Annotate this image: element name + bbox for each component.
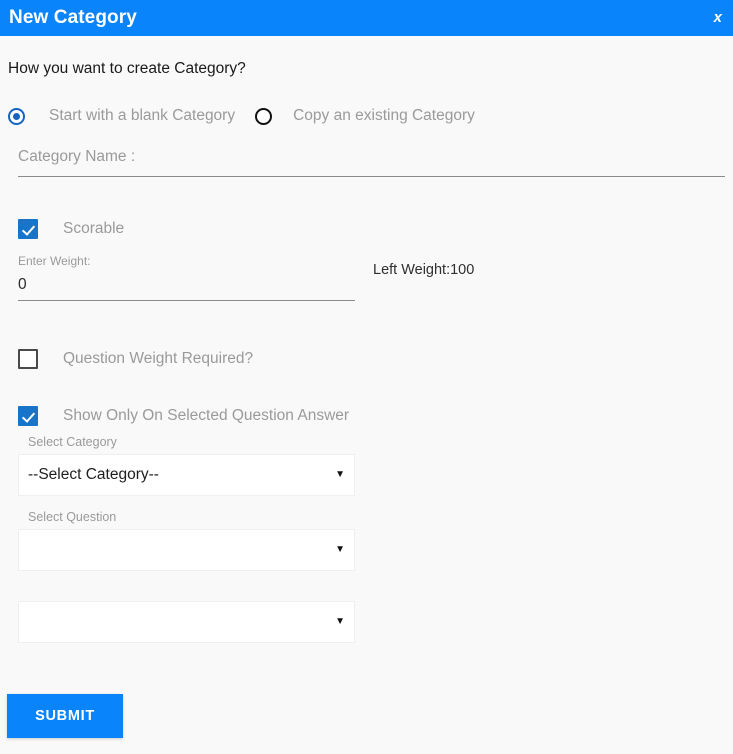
scorable-label[interactable]: Scorable [63, 220, 124, 238]
submit-button[interactable]: SUBMIT [7, 694, 123, 738]
dialog-body: How you want to create Category? Start w… [0, 36, 733, 754]
question-weight-required-checkbox[interactable] [18, 349, 38, 369]
creation-mode-prompt: How you want to create Category? [8, 60, 246, 77]
enter-weight-field: Enter Weight: [18, 254, 355, 301]
dialog-title: New Category [9, 7, 137, 28]
select-category-dropdown[interactable]: --Select Category-- ▼ [18, 454, 355, 496]
dialog-titlebar: New Category x [0, 0, 733, 36]
new-category-dialog: New Category x How you want to create Ca… [0, 0, 733, 754]
radio-copy-existing-category[interactable] [255, 107, 273, 125]
select-question-dropdown[interactable]: ▼ [18, 529, 355, 571]
left-weight-text: Left Weight:100 [373, 262, 475, 278]
category-name-input[interactable] [18, 140, 725, 174]
enter-weight-input-wrap [18, 272, 355, 301]
select-question-value [28, 530, 320, 570]
category-name-field [18, 140, 725, 177]
chevron-down-icon: ▼ [335, 469, 345, 480]
chevron-down-icon: ▼ [335, 544, 345, 555]
select-category-block: Select Category --Select Category-- ▼ [18, 434, 355, 496]
radio-copy-existing-category-label[interactable]: Copy an existing Category [293, 107, 475, 125]
select-answer-block: ▼ [18, 597, 355, 643]
question-weight-required-label[interactable]: Question Weight Required? [63, 350, 253, 368]
scorable-row: Scorable [18, 218, 124, 240]
select-question-block: Select Question ▼ [18, 509, 355, 571]
select-answer-dropdown[interactable]: ▼ [18, 601, 355, 643]
close-icon[interactable]: x [714, 0, 722, 36]
select-answer-value [28, 602, 320, 642]
select-question-caption: Select Question [28, 510, 117, 524]
radio-blank-category[interactable] [8, 107, 25, 125]
select-category-caption: Select Category [28, 435, 117, 449]
question-weight-required-row: Question Weight Required? [18, 348, 253, 370]
show-only-selected-answer-label[interactable]: Show Only On Selected Question Answer [63, 407, 349, 425]
creation-mode-radio-group: Start with a blank Category Copy an exis… [8, 104, 475, 128]
enter-weight-input[interactable] [18, 272, 355, 298]
chevron-down-icon: ▼ [335, 616, 345, 627]
show-only-selected-answer-row: Show Only On Selected Question Answer [18, 405, 349, 427]
radio-blank-category-label[interactable]: Start with a blank Category [49, 107, 235, 125]
enter-weight-label: Enter Weight: [18, 254, 91, 268]
scorable-checkbox[interactable] [18, 219, 38, 239]
show-only-selected-answer-checkbox[interactable] [18, 406, 38, 426]
select-category-value: --Select Category-- [28, 466, 159, 483]
